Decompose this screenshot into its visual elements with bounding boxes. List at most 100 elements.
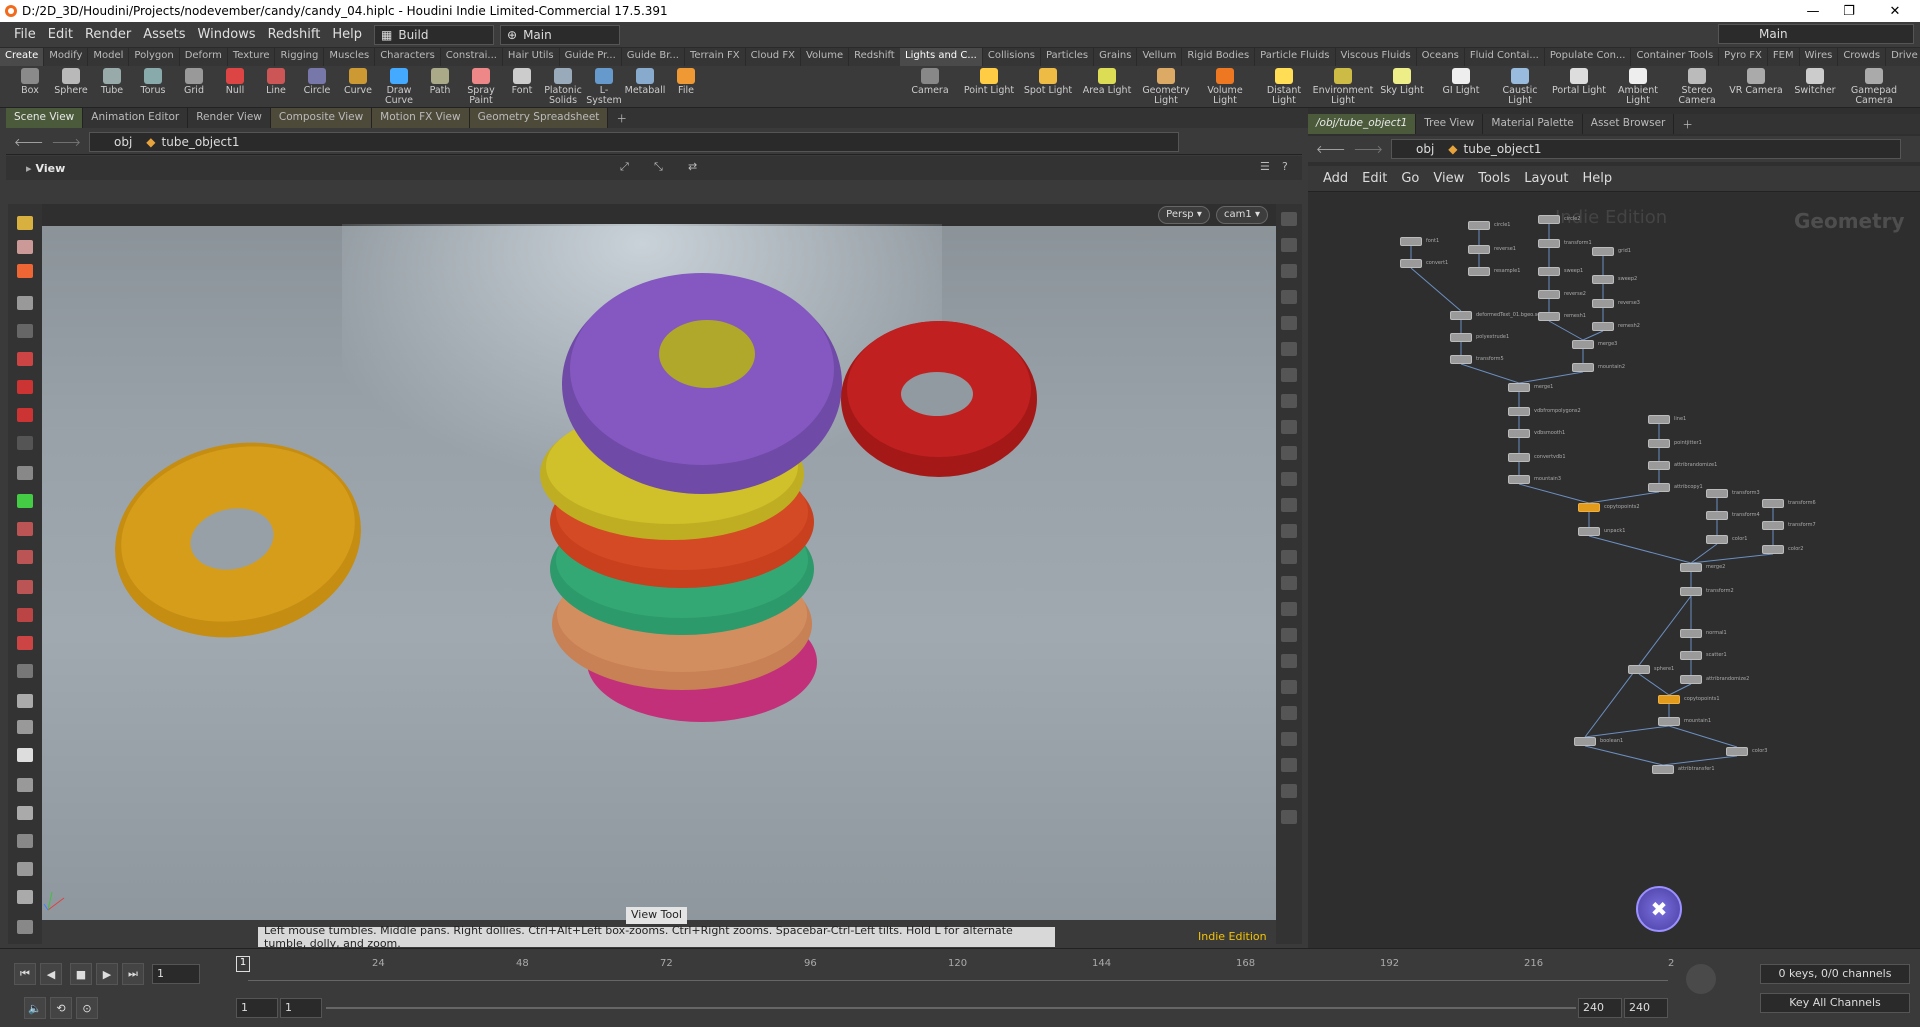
display-option-icon[interactable]: [1281, 238, 1297, 252]
back-arrow-icon[interactable]: 🡐: [14, 135, 44, 149]
shelf-tab[interactable]: Guide Pr...: [560, 48, 622, 66]
display-options-icon[interactable]: ☰: [1260, 160, 1270, 173]
tab-scene-view[interactable]: Scene View: [6, 108, 84, 128]
shelf-tab[interactable]: Model: [88, 48, 130, 66]
viewport-tool-icon[interactable]: [17, 522, 33, 536]
network-node[interactable]: [1572, 363, 1594, 372]
network-node[interactable]: [1574, 737, 1596, 746]
network-node[interactable]: [1468, 267, 1490, 276]
network-node[interactable]: [1648, 415, 1670, 424]
display-option-icon[interactable]: [1281, 524, 1297, 538]
shelf-tool[interactable]: Spray Paint: [461, 68, 501, 106]
network-node[interactable]: [1538, 312, 1560, 321]
menu-assets[interactable]: Assets: [137, 27, 191, 42]
viewport-tool-icon[interactable]: [17, 550, 33, 564]
timeline-track[interactable]: [248, 980, 1668, 981]
network-node[interactable]: [1450, 333, 1472, 342]
shelf-tool[interactable]: Stereo Camera: [1669, 68, 1725, 106]
network-node[interactable]: [1400, 237, 1422, 246]
display-option-icon[interactable]: [1281, 420, 1297, 434]
play-button[interactable]: ▶: [96, 963, 118, 985]
shelf-tool[interactable]: L-System: [584, 68, 624, 106]
shelf-tool[interactable]: Draw Curve: [379, 68, 419, 106]
shelf-tool[interactable]: Grid: [174, 68, 214, 106]
shelf-tab[interactable]: Characters: [375, 48, 441, 66]
forward-arrow-icon[interactable]: 🡒: [1354, 142, 1384, 156]
shelf-tab[interactable]: Collisions: [983, 48, 1041, 66]
forward-arrow-icon[interactable]: 🡒: [52, 135, 82, 149]
network-node[interactable]: [1468, 221, 1490, 230]
shelf-tab[interactable]: Vellum: [1137, 48, 1183, 66]
shelf-tool[interactable]: Ambient Light: [1610, 68, 1666, 106]
shelf-tab[interactable]: Polygon: [129, 48, 180, 66]
menu-redshift[interactable]: Redshift: [262, 27, 327, 42]
shelf-tool[interactable]: Spot Light: [1020, 68, 1076, 106]
viewport-tool-icon[interactable]: [17, 296, 33, 310]
tab-geometry-spreadsheet[interactable]: Geometry Spreadsheet: [469, 108, 609, 128]
network-node[interactable]: [1648, 439, 1670, 448]
network-node[interactable]: [1680, 587, 1702, 596]
stop-button[interactable]: ■: [70, 963, 92, 985]
menu-add[interactable]: Add: [1316, 171, 1355, 186]
loop-icon[interactable]: ⟲: [50, 997, 72, 1019]
menu-file[interactable]: File: [8, 27, 42, 42]
viewport-tool-icon[interactable]: [17, 862, 33, 876]
tab-asset-browser[interactable]: Asset Browser: [1583, 114, 1675, 134]
network-node[interactable]: [1762, 521, 1784, 530]
network-node[interactable]: [1578, 527, 1600, 536]
shelf-tool[interactable]: File: [666, 68, 706, 106]
audio-icon[interactable]: 🔈: [24, 997, 46, 1019]
start-frame-field[interactable]: 1: [236, 998, 278, 1018]
display-option-icon[interactable]: [1281, 784, 1297, 798]
shelf-tool[interactable]: Portal Light: [1551, 68, 1607, 106]
tab-tree-view[interactable]: Tree View: [1416, 114, 1484, 134]
shelf-tab[interactable]: Oceans: [1417, 48, 1465, 66]
shelf-tab[interactable]: Deform: [180, 48, 228, 66]
shelf-tab[interactable]: Pyro FX: [1719, 48, 1768, 66]
display-option-icon[interactable]: [1281, 810, 1297, 824]
shelf-tab[interactable]: Container Tools: [1631, 48, 1720, 66]
current-frame-field[interactable]: 1: [152, 964, 200, 984]
tab-material-palette[interactable]: Material Palette: [1483, 114, 1583, 134]
right-context-select[interactable]: Main: [1718, 24, 1914, 44]
shelf-tool[interactable]: Torus: [133, 68, 173, 106]
display-option-icon[interactable]: [1281, 680, 1297, 694]
menu-help[interactable]: Help: [1575, 171, 1619, 186]
viewport-tool-icon[interactable]: [17, 664, 33, 678]
display-option-icon[interactable]: [1281, 368, 1297, 382]
viewport-tool-icon[interactable]: [17, 240, 33, 254]
display-option-icon[interactable]: [1281, 446, 1297, 460]
shelf-tool[interactable]: Path: [420, 68, 460, 106]
snap-icon[interactable]: ⇄: [688, 160, 697, 173]
display-option-icon[interactable]: [1281, 290, 1297, 304]
shelf-tab[interactable]: Particles: [1041, 48, 1095, 66]
display-option-icon[interactable]: [1281, 602, 1297, 616]
output-node-icon[interactable]: ✖: [1636, 886, 1682, 932]
network-node[interactable]: [1592, 275, 1614, 284]
shelf-tab[interactable]: Guide Br...: [622, 48, 685, 66]
network-node[interactable]: [1706, 511, 1728, 520]
viewport-tool-icon[interactable]: [17, 352, 33, 366]
viewport-tool-icon[interactable]: [17, 608, 33, 622]
display-option-icon[interactable]: [1281, 472, 1297, 486]
network-node[interactable]: [1508, 407, 1530, 416]
range-slider[interactable]: [326, 1007, 1576, 1009]
shelf-tool[interactable]: Line: [256, 68, 296, 106]
scene-viewport[interactable]: Persp ▾ cam1 ▾: [42, 204, 1276, 920]
menu-go[interactable]: Go: [1394, 171, 1426, 186]
shelf-tab[interactable]: Viscous Fluids: [1336, 48, 1417, 66]
shelf-tool[interactable]: Sphere: [51, 68, 91, 106]
shelf-tool[interactable]: Point Light: [961, 68, 1017, 106]
network-node[interactable]: [1658, 695, 1680, 704]
step-back-button[interactable]: ◀: [40, 963, 62, 985]
viewport-tool-icon[interactable]: [17, 920, 33, 934]
view-menu-icon[interactable]: ▸: [26, 162, 32, 175]
display-option-icon[interactable]: [1281, 654, 1297, 668]
display-option-icon[interactable]: [1281, 732, 1297, 746]
shelf-tab[interactable]: Texture: [228, 48, 276, 66]
network-node[interactable]: [1726, 747, 1748, 756]
network-node[interactable]: [1538, 215, 1560, 224]
desktop-select[interactable]: ▦ Build: [374, 24, 494, 45]
add-tab-icon[interactable]: ＋: [1674, 114, 1701, 134]
shelf-tab[interactable]: Terrain FX: [685, 48, 746, 66]
